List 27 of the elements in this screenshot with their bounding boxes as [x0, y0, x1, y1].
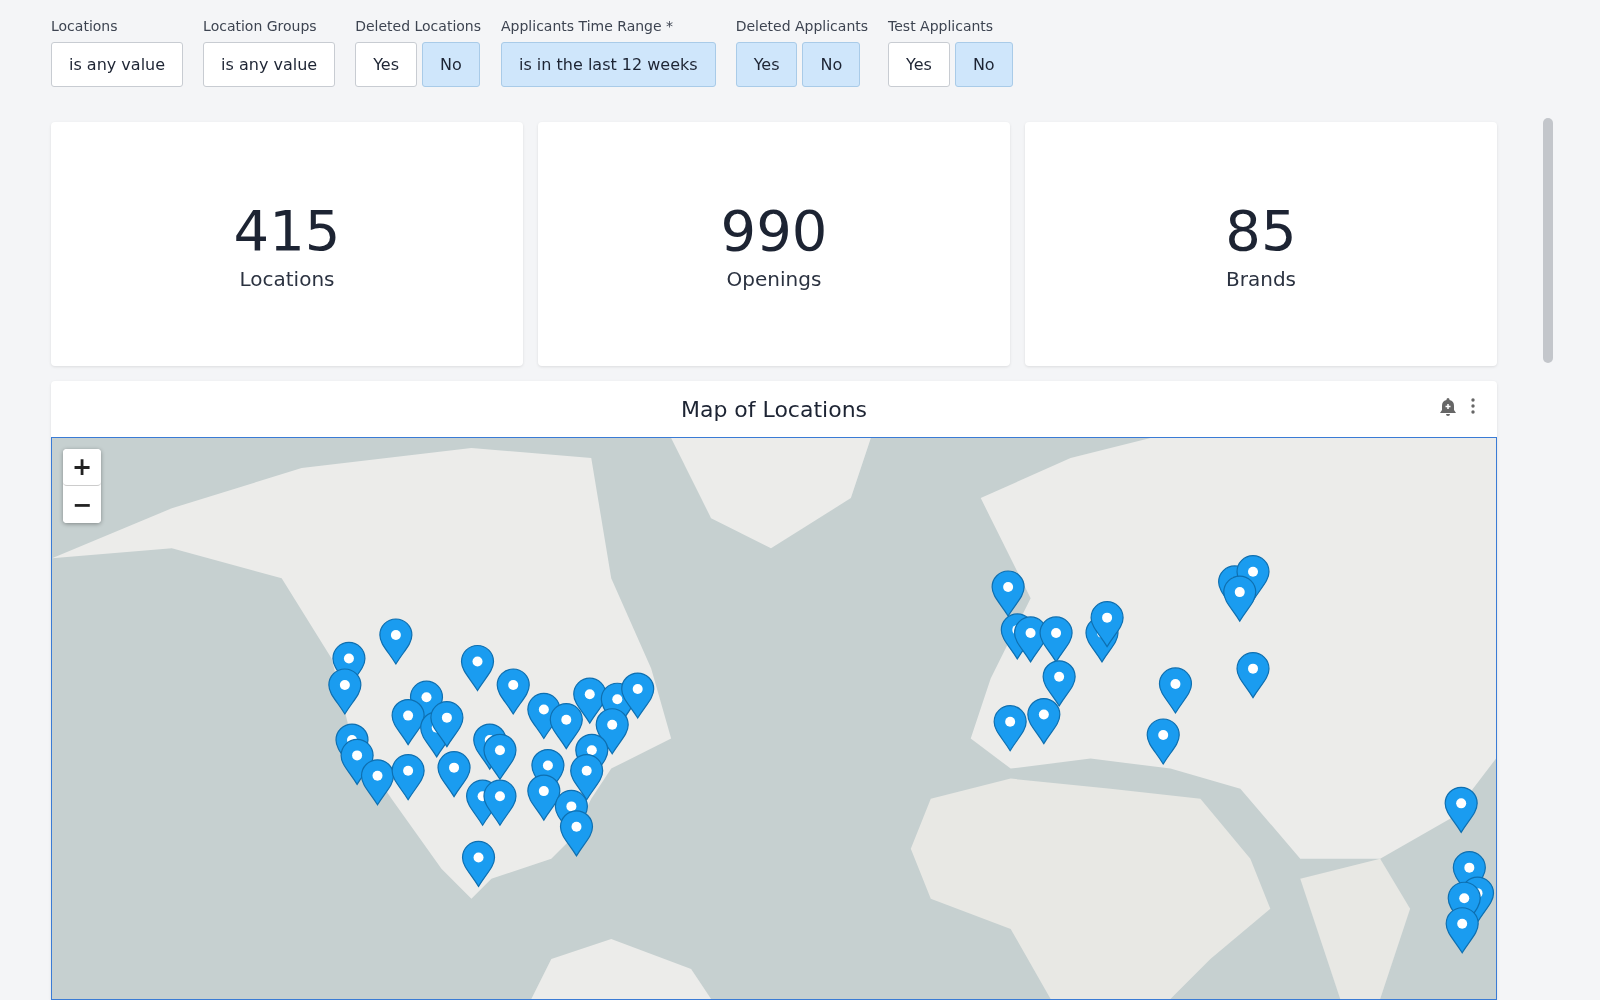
metric-label: Locations — [239, 266, 335, 291]
more-icon[interactable] — [1471, 397, 1475, 415]
scrollbar-thumb[interactable] — [1543, 118, 1553, 363]
zoom-in-button[interactable]: + — [63, 449, 101, 486]
filter-label: Location Groups — [203, 18, 318, 34]
bell-icon[interactable] — [1439, 397, 1457, 417]
metric-label: Openings — [726, 266, 822, 291]
toggle-button[interactable]: No — [954, 42, 1013, 87]
metric-value: 990 — [720, 197, 828, 263]
toggle-button[interactable]: No — [422, 42, 480, 87]
filter-label: Applicants Time Range * — [501, 18, 675, 34]
metric-label: Brands — [1226, 266, 1296, 291]
filter-label: Deleted Locations — [355, 18, 481, 34]
filter-value-button[interactable]: is in the last 12 weeks — [501, 42, 716, 87]
toggle-button[interactable]: Yes — [888, 42, 950, 87]
metric-value: 415 — [233, 197, 341, 263]
filter-value-button[interactable]: is any value — [51, 42, 184, 87]
filter-label: Deleted Applicants — [735, 18, 869, 34]
metric-value: 85 — [1225, 197, 1297, 263]
filter-value-button[interactable]: is any value — [203, 42, 336, 87]
toggle-button[interactable]: Yes — [735, 42, 798, 87]
toggle-button[interactable]: No — [802, 42, 861, 87]
zoom-out-button[interactable]: − — [63, 486, 101, 523]
filter-label: Locations — [51, 18, 119, 34]
map-title: Map of Locations — [680, 396, 868, 422]
filter-label: Test Applicants — [888, 18, 995, 34]
toggle-button[interactable]: Yes — [355, 42, 417, 87]
